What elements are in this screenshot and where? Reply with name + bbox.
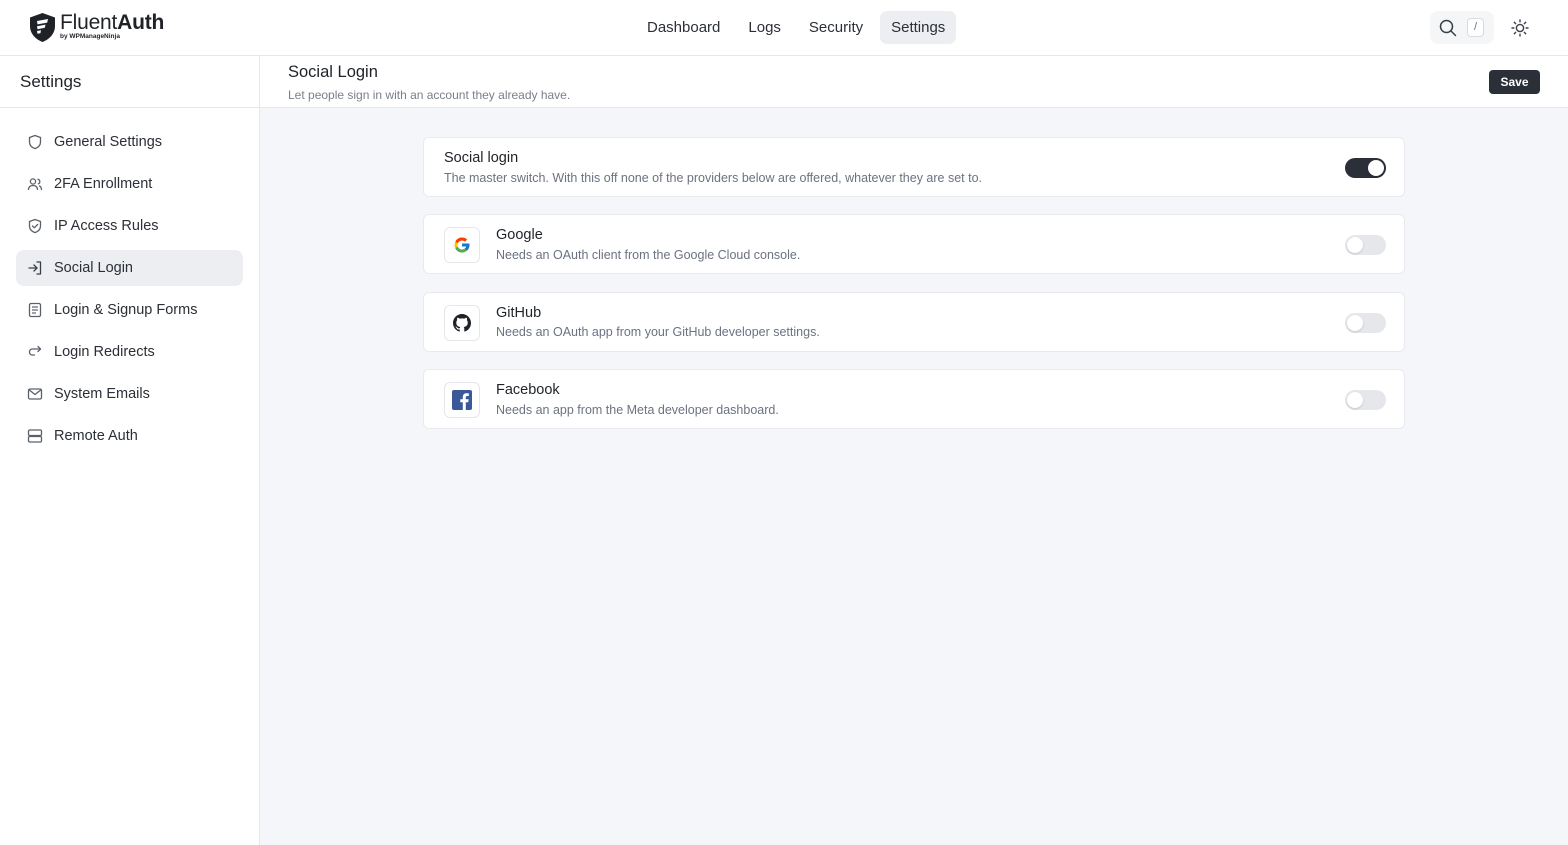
master-switch-card: Social login The master switch. With thi… bbox=[423, 137, 1405, 197]
sidebar-item-label: IP Access Rules bbox=[54, 218, 159, 234]
redirect-icon bbox=[26, 343, 44, 361]
provider-card-google: Google Needs an OAuth client from the Go… bbox=[423, 214, 1405, 274]
shield-icon bbox=[26, 133, 44, 151]
nav-security[interactable]: Security bbox=[798, 11, 874, 44]
server-icon bbox=[26, 427, 44, 445]
sidebar-item-social-login[interactable]: Social Login bbox=[16, 250, 243, 286]
facebook-icon bbox=[444, 382, 480, 418]
brand-logo[interactable]: FluentAuth by WPManageNinja bbox=[29, 12, 164, 43]
google-icon bbox=[444, 227, 480, 263]
mail-icon bbox=[26, 385, 44, 403]
users-icon bbox=[26, 175, 44, 193]
provider-card-github: GitHub Needs an OAuth app from your GitH… bbox=[423, 292, 1405, 352]
sidebar-item-remote-auth[interactable]: Remote Auth bbox=[16, 418, 243, 454]
sidebar-item-system-emails[interactable]: System Emails bbox=[16, 376, 243, 412]
form-icon bbox=[26, 301, 44, 319]
page-subtitle: Let people sign in with an account they … bbox=[288, 88, 571, 102]
sidebar-item-label: Login Redirects bbox=[54, 344, 155, 360]
sidebar-item-label: System Emails bbox=[54, 386, 150, 402]
master-switch-title: Social login bbox=[444, 150, 519, 166]
search-icon bbox=[1439, 19, 1457, 36]
sidebar-item-label: Social Login bbox=[54, 260, 133, 276]
sidebar-item-ip-access-rules[interactable]: IP Access Rules bbox=[16, 208, 243, 244]
sidebar-title: Settings bbox=[0, 56, 259, 108]
page-title: Social Login bbox=[288, 63, 378, 81]
facebook-toggle[interactable] bbox=[1345, 390, 1386, 410]
master-switch-description: The master switch. With this off none of… bbox=[444, 171, 983, 185]
nav-logs[interactable]: Logs bbox=[737, 11, 792, 44]
main-nav: Dashboard Logs Security Settings bbox=[636, 11, 962, 44]
shield-logo-icon bbox=[30, 13, 55, 42]
provider-description: Needs an OAuth client from the Google Cl… bbox=[496, 248, 801, 262]
google-toggle[interactable] bbox=[1345, 235, 1386, 255]
brand-name: FluentAuth bbox=[60, 11, 165, 34]
save-button[interactable]: Save bbox=[1489, 70, 1540, 94]
shield-check-icon bbox=[26, 217, 44, 235]
github-icon bbox=[444, 305, 480, 341]
provider-description: Needs an OAuth app from your GitHub deve… bbox=[496, 325, 820, 339]
search-button[interactable]: / bbox=[1430, 11, 1494, 44]
sidebar-item-login-redirects[interactable]: Login Redirects bbox=[16, 334, 243, 370]
sun-icon bbox=[1511, 19, 1529, 37]
provider-name: GitHub bbox=[496, 305, 542, 321]
top-bar: FluentAuth by WPManageNinja Dashboard Lo… bbox=[0, 0, 1568, 56]
provider-description: Needs an app from the Meta developer das… bbox=[496, 403, 779, 417]
sidebar-item-login-signup-forms[interactable]: Login & Signup Forms bbox=[16, 292, 243, 328]
brand-byline: by WPManageNinja bbox=[60, 33, 120, 40]
nav-dashboard[interactable]: Dashboard bbox=[636, 11, 731, 44]
sidebar-item-label: Login & Signup Forms bbox=[54, 302, 198, 318]
sidebar-item-2fa-enrollment[interactable]: 2FA Enrollment bbox=[16, 166, 243, 202]
theme-toggle-button[interactable] bbox=[1508, 16, 1532, 40]
sidebar-item-general-settings[interactable]: General Settings bbox=[16, 124, 243, 160]
page-header: Social Login Let people sign in with an … bbox=[260, 56, 1568, 108]
nav-settings[interactable]: Settings bbox=[880, 11, 957, 44]
sidebar-item-label: 2FA Enrollment bbox=[54, 176, 153, 192]
sidebar-item-label: Remote Auth bbox=[54, 428, 138, 444]
github-toggle[interactable] bbox=[1345, 313, 1386, 333]
search-shortcut-key: / bbox=[1467, 18, 1484, 37]
provider-name: Facebook bbox=[496, 382, 560, 398]
provider-name: Google bbox=[496, 227, 543, 243]
sidebar-item-label: General Settings bbox=[54, 134, 163, 150]
settings-sidebar: Settings General Settings 2FA Enrollment… bbox=[0, 56, 260, 845]
master-switch-toggle[interactable] bbox=[1345, 158, 1386, 178]
sign-in-icon bbox=[26, 259, 44, 277]
provider-card-facebook: Facebook Needs an app from the Meta deve… bbox=[423, 369, 1405, 429]
